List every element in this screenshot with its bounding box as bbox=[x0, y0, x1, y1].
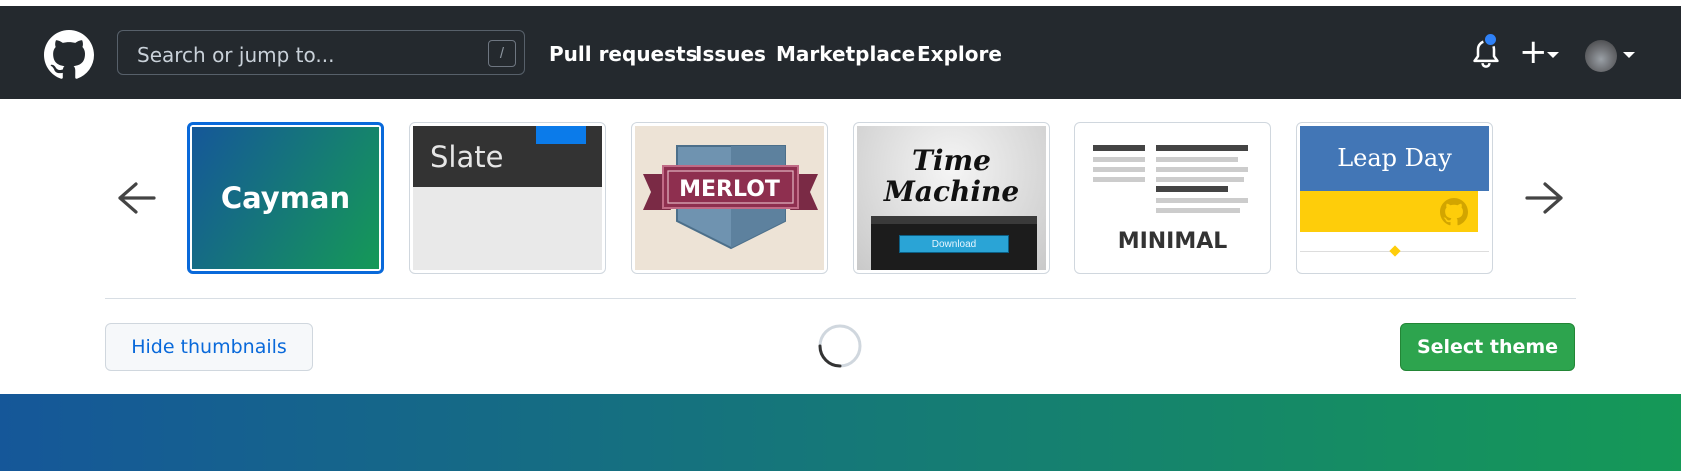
nav-explore[interactable]: Explore bbox=[917, 42, 1002, 66]
create-new-button[interactable]: + bbox=[1519, 32, 1548, 72]
global-header: Search or jump to... / Pull requests Iss… bbox=[0, 6, 1681, 99]
theme-label-time-line2: Machine bbox=[883, 175, 1020, 208]
theme-thumb-leap-day[interactable]: Leap Day bbox=[1296, 122, 1493, 274]
search-placeholder: Search or jump to... bbox=[137, 43, 335, 67]
theme-thumb-cayman[interactable]: Cayman bbox=[187, 122, 384, 274]
theme-thumb-merlot[interactable]: MERLOT bbox=[631, 122, 828, 274]
nav-marketplace[interactable]: Marketplace bbox=[776, 42, 915, 66]
theme-thumb-time-machine[interactable]: Time Machine Download bbox=[853, 122, 1050, 274]
search-shortcut-badge: / bbox=[488, 40, 516, 67]
theme-thumb-minimal[interactable]: MINIMAL bbox=[1074, 122, 1271, 274]
arrow-left-icon[interactable] bbox=[116, 180, 156, 216]
theme-label-cayman: Cayman bbox=[220, 181, 351, 215]
slate-accent-block bbox=[536, 126, 586, 144]
leap-day-diamond bbox=[1389, 245, 1401, 257]
search-input[interactable]: Search or jump to... / bbox=[117, 30, 525, 75]
github-logo-icon[interactable] bbox=[44, 30, 94, 80]
user-avatar[interactable] bbox=[1585, 40, 1617, 72]
notification-indicator bbox=[1483, 32, 1498, 47]
theme-preview-banner bbox=[0, 394, 1681, 471]
time-machine-download-label: Download bbox=[899, 235, 1009, 253]
create-new-dropdown-caret-icon[interactable] bbox=[1547, 52, 1559, 58]
arrow-right-icon[interactable] bbox=[1525, 180, 1565, 216]
hide-thumbnails-button[interactable]: Hide thumbnails bbox=[105, 323, 313, 371]
select-theme-button[interactable]: Select theme bbox=[1400, 323, 1575, 371]
theme-label-time-line1: Time bbox=[912, 144, 991, 177]
user-menu-caret-icon[interactable] bbox=[1623, 52, 1635, 58]
nav-pull-requests[interactable]: Pull requests bbox=[549, 42, 698, 66]
theme-label-leap-day: Leap Day bbox=[1337, 144, 1452, 172]
loading-spinner-icon bbox=[818, 324, 862, 368]
leap-day-octocat-icon bbox=[1440, 198, 1468, 226]
theme-label-merlot: MERLOT bbox=[679, 177, 780, 202]
theme-label-minimal: MINIMAL bbox=[1117, 229, 1228, 254]
theme-label-slate: Slate bbox=[430, 140, 504, 174]
theme-thumb-slate[interactable]: Slate bbox=[409, 122, 606, 274]
divider bbox=[105, 298, 1576, 299]
nav-issues[interactable]: Issues bbox=[695, 42, 766, 66]
